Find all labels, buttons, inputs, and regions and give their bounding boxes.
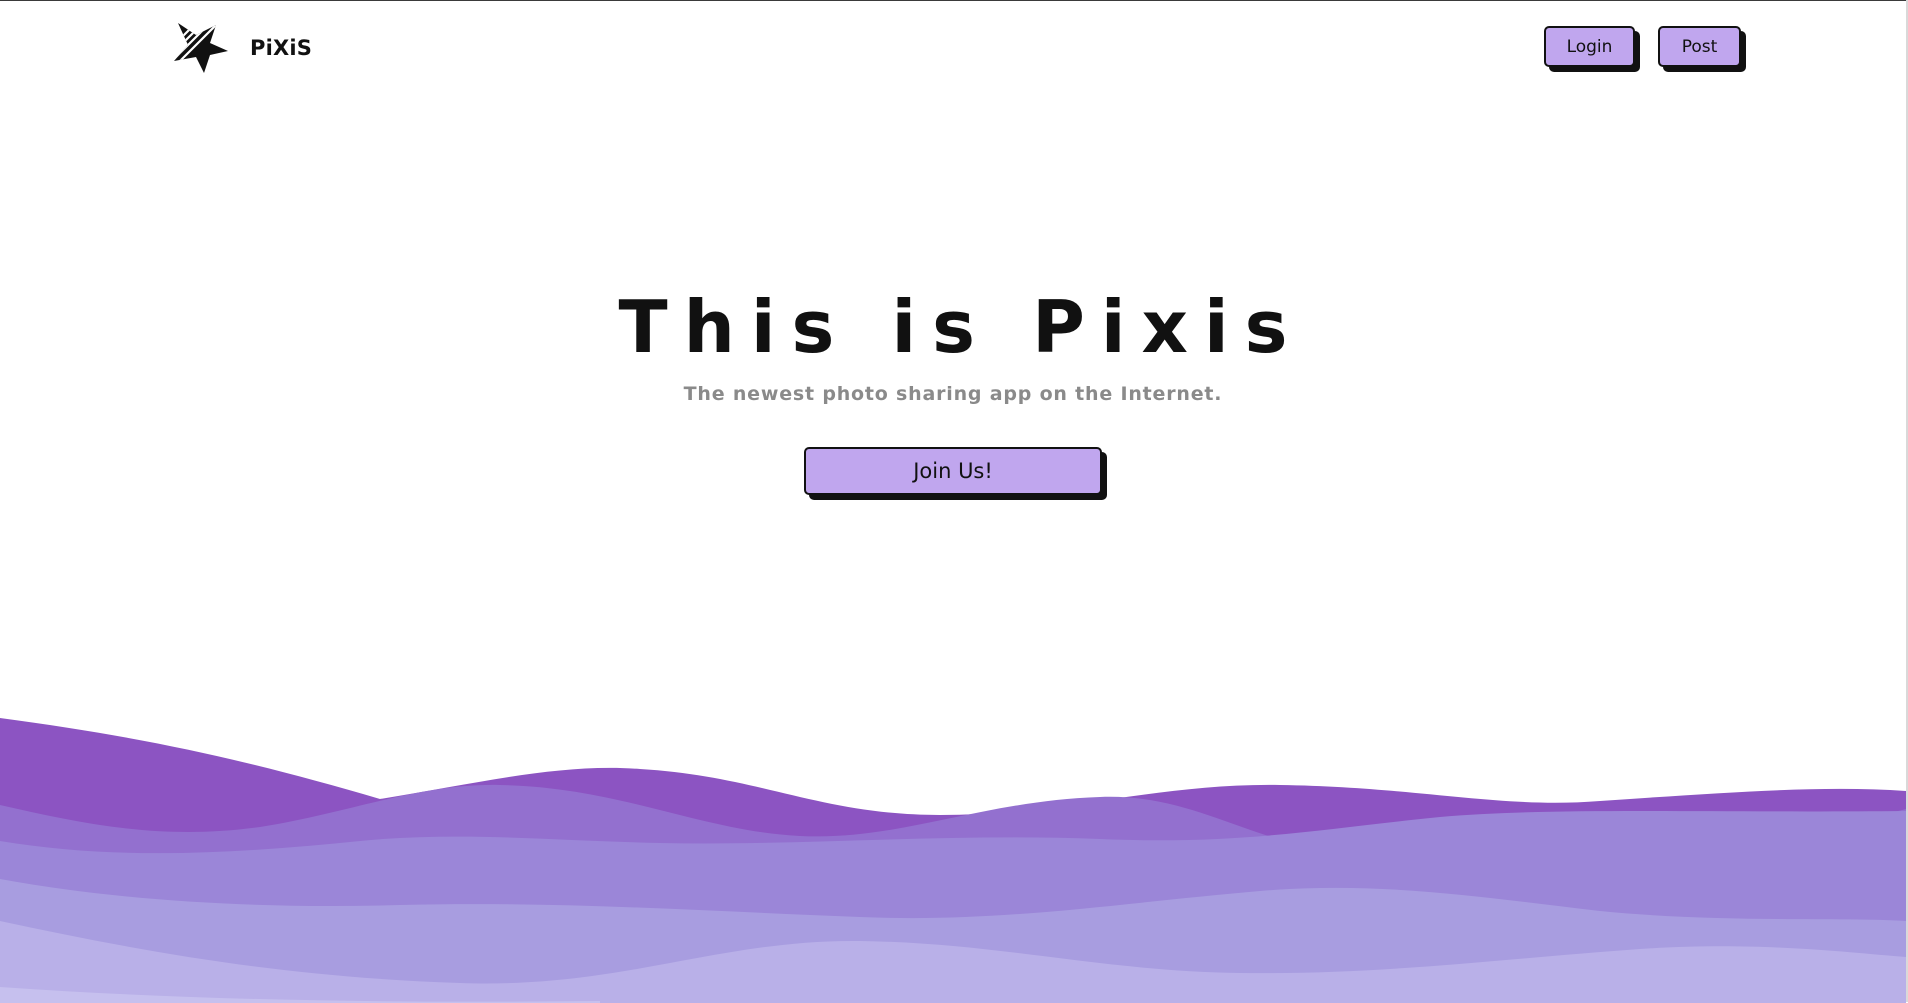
- post-button[interactable]: Post: [1658, 26, 1741, 67]
- brand-name: PiXiS: [250, 36, 313, 60]
- wave-background: [0, 718, 1906, 1003]
- hero-title: This is Pixis: [618, 285, 1304, 369]
- login-button[interactable]: Login: [1544, 26, 1635, 67]
- page: PiXiS Login Post This is Pixis The newes…: [0, 0, 1906, 1003]
- home-logo-link[interactable]: PiXiS: [172, 21, 312, 75]
- hero-section: This is Pixis The newest photo sharing a…: [0, 281, 1906, 405]
- join-us-button[interactable]: Join Us!: [804, 447, 1102, 495]
- hero-subtitle: The newest photo sharing app on the Inte…: [683, 383, 1223, 405]
- striped-star-logo-icon: [174, 23, 228, 73]
